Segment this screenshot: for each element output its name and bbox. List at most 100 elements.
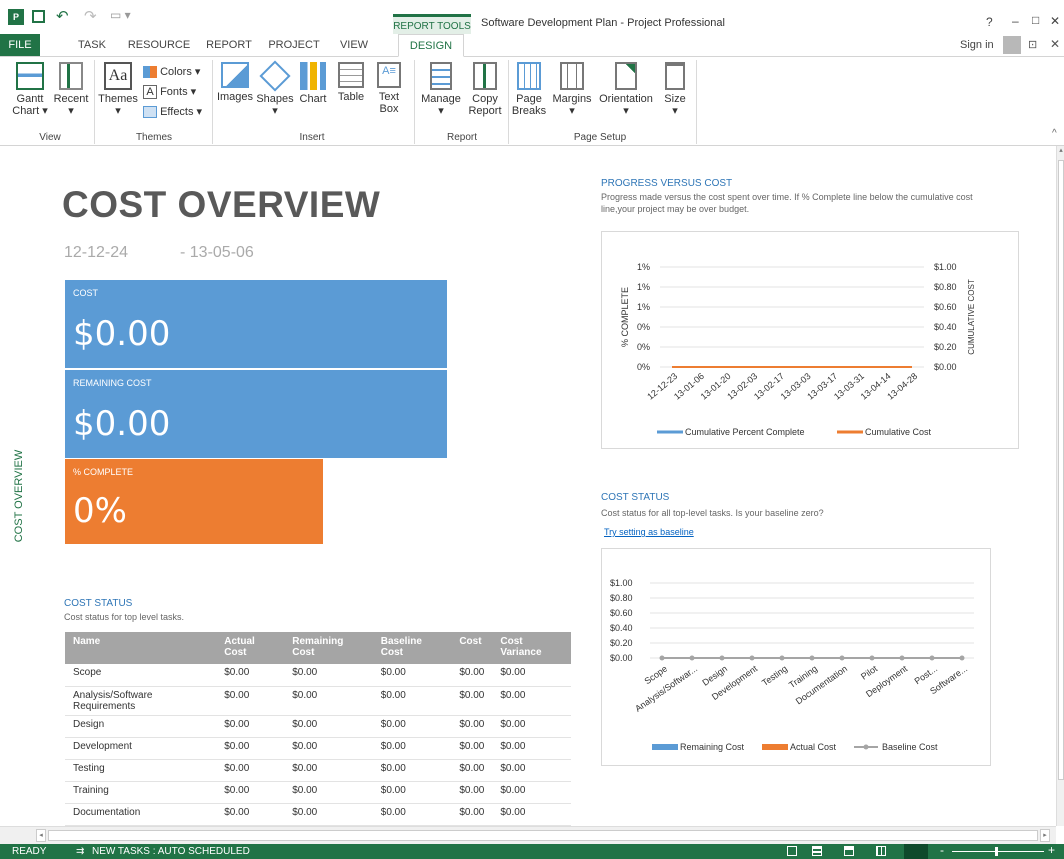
tab-design[interactable]: DESIGN bbox=[398, 34, 464, 57]
save-icon[interactable] bbox=[32, 10, 45, 23]
text-box-icon: A≡ bbox=[377, 62, 401, 88]
horizontal-scrollbar[interactable]: ◂ ▸ bbox=[0, 826, 1056, 844]
table-row: Analysis/Software Requirements $0.00 $0.00… bbox=[65, 686, 571, 716]
column-header: Baseline Cost bbox=[372, 632, 452, 664]
report-canvas: COST OVERVIEW COST OVERVIEW 12-12-24 - 1… bbox=[0, 146, 1056, 826]
zoom-in-icon[interactable]: + bbox=[1048, 843, 1055, 858]
ribbon-display-icon[interactable]: ⊡ bbox=[1028, 38, 1037, 51]
chart-button[interactable]: Chart bbox=[296, 62, 330, 105]
sign-in-link[interactable]: Sign in bbox=[960, 39, 994, 51]
minimize-button[interactable]: – bbox=[1012, 14, 1019, 28]
zoom-slider[interactable] bbox=[952, 851, 1044, 852]
cost-status-subtitle: Cost status for top level tasks. bbox=[64, 612, 185, 622]
scroll-right-icon[interactable]: ▸ bbox=[1040, 829, 1050, 842]
size-button[interactable]: Size ▾ bbox=[658, 62, 692, 117]
cost-status-table-wrap: Name Actual Cost Remaining Cost Baseline Co… bbox=[65, 632, 572, 826]
x-tick-label: Testing bbox=[760, 663, 789, 688]
table-cell: $0.00 bbox=[451, 664, 493, 687]
column-header: Cost bbox=[451, 632, 493, 664]
cost-status-table: Name Actual Cost Remaining Cost Baseline Co… bbox=[65, 632, 571, 826]
legend-label: Remaining Cost bbox=[680, 742, 745, 752]
table-row: Documentation $0.00 $0.00 $0.00 $0.00 $0.00 bbox=[65, 803, 571, 826]
themes-label: Themes bbox=[98, 93, 138, 105]
zoom-out-icon[interactable]: - bbox=[940, 843, 944, 858]
table-cell: $0.00 bbox=[492, 715, 571, 738]
ribbon-separator bbox=[696, 60, 697, 144]
percent-complete-value: 0% bbox=[73, 491, 127, 531]
shapes-button[interactable]: Shapes ▾ bbox=[256, 60, 294, 117]
margins-label: Margins bbox=[552, 93, 592, 105]
new-tasks-status[interactable]: NEW TASKS : AUTO SCHEDULED bbox=[92, 844, 250, 859]
horizontal-scroll-thumb[interactable] bbox=[48, 830, 1038, 841]
collapse-ribbon-icon[interactable]: ^ bbox=[1052, 128, 1057, 139]
set-baseline-link[interactable]: Try setting as baseline bbox=[604, 527, 694, 537]
tab-project[interactable]: PROJECT bbox=[266, 34, 322, 56]
progress-heading: PROGRESS VERSUS COST bbox=[601, 178, 733, 189]
undo-icon[interactable]: ↶ bbox=[56, 7, 69, 25]
page-breaks-icon bbox=[517, 62, 541, 90]
group-view: View bbox=[39, 132, 61, 143]
resource-sheet-icon[interactable] bbox=[876, 846, 886, 856]
table-row: Design $0.00 $0.00 $0.00 $0.00 $0.00 bbox=[65, 715, 571, 738]
table-button[interactable]: Table bbox=[334, 62, 368, 103]
baseline-cost-point bbox=[719, 655, 725, 661]
ready-status: READY bbox=[12, 846, 47, 857]
group-report: Report bbox=[446, 132, 477, 143]
scroll-up-icon[interactable]: ▴ bbox=[1057, 146, 1064, 158]
close-document-icon[interactable]: ✕ bbox=[1050, 37, 1060, 51]
images-button[interactable]: Images bbox=[214, 62, 256, 103]
gantt-view-icon[interactable] bbox=[787, 846, 797, 856]
fonts-button[interactable]: A Fonts ▾ bbox=[143, 84, 196, 100]
margins-icon bbox=[560, 62, 584, 90]
effects-icon bbox=[143, 106, 157, 119]
recent-button[interactable]: Recent ▾ bbox=[52, 62, 90, 117]
table-cell: $0.00 bbox=[216, 664, 285, 687]
team-planner-icon[interactable] bbox=[844, 846, 854, 856]
y-tick-label: $0.20 bbox=[610, 638, 633, 648]
vertical-scrollbar[interactable]: ▴ bbox=[1056, 146, 1064, 826]
scroll-thumb[interactable] bbox=[1058, 160, 1064, 780]
report-title: COST OVERVIEW bbox=[62, 184, 381, 225]
manage-button[interactable]: Manage ▾ bbox=[418, 62, 464, 117]
quick-access-icon[interactable]: ▭ ▾ bbox=[110, 8, 131, 22]
redo-icon[interactable]: ↷ bbox=[84, 7, 97, 25]
report-view-icon[interactable] bbox=[904, 844, 928, 859]
avatar[interactable] bbox=[1003, 36, 1021, 54]
table-cell: $0.00 bbox=[284, 715, 373, 738]
zoom-slider-thumb[interactable] bbox=[995, 847, 998, 856]
column-header: Remaining Cost bbox=[284, 632, 373, 664]
text-box-button[interactable]: A≡ Text Box bbox=[372, 62, 406, 115]
tab-report[interactable]: REPORT bbox=[204, 34, 254, 56]
x-tick-label: Documentation bbox=[794, 663, 849, 706]
x-tick-label: Pilot bbox=[859, 663, 879, 682]
y-tick-label: 1% bbox=[637, 282, 650, 292]
legend-swatch bbox=[762, 744, 788, 750]
effects-button[interactable]: Effects ▾ bbox=[143, 104, 202, 120]
tab-file[interactable]: FILE bbox=[0, 34, 40, 56]
table-cell: $0.00 bbox=[492, 803, 571, 826]
table-cell: $0.00 bbox=[284, 759, 373, 782]
table-cell: $0.00 bbox=[372, 686, 452, 716]
tab-view[interactable]: VIEW bbox=[334, 34, 374, 56]
cost-tile-label: COST bbox=[73, 288, 99, 298]
table-cell: Documentation bbox=[65, 803, 217, 826]
fonts-icon: A bbox=[143, 85, 157, 100]
table-cell: $0.00 bbox=[284, 737, 373, 760]
scroll-left-icon[interactable]: ◂ bbox=[36, 829, 46, 842]
cost-status-heading: COST STATUS bbox=[64, 598, 133, 609]
maximize-button[interactable]: □ bbox=[1032, 13, 1039, 27]
margins-button[interactable]: Margins ▾ bbox=[550, 62, 594, 117]
colors-button[interactable]: Colors ▾ bbox=[143, 64, 200, 80]
gantt-chart-button[interactable]: Gantt Chart ▾ bbox=[10, 62, 50, 117]
copy-report-button[interactable]: Copy Report bbox=[466, 62, 504, 117]
y2-tick-label: $0.00 bbox=[934, 362, 957, 372]
baseline-cost-point bbox=[779, 655, 785, 661]
task-usage-icon[interactable] bbox=[812, 846, 822, 856]
page-breaks-button[interactable]: Page Breaks bbox=[510, 62, 548, 117]
help-button[interactable]: ? bbox=[986, 15, 993, 29]
tab-task[interactable]: TASK bbox=[70, 34, 114, 56]
themes-button[interactable]: Aa Themes ▾ bbox=[98, 62, 138, 117]
orientation-button[interactable]: Orientation ▾ bbox=[596, 62, 656, 117]
tab-resource[interactable]: RESOURCE bbox=[126, 34, 192, 56]
close-button[interactable]: ✕ bbox=[1050, 14, 1060, 28]
